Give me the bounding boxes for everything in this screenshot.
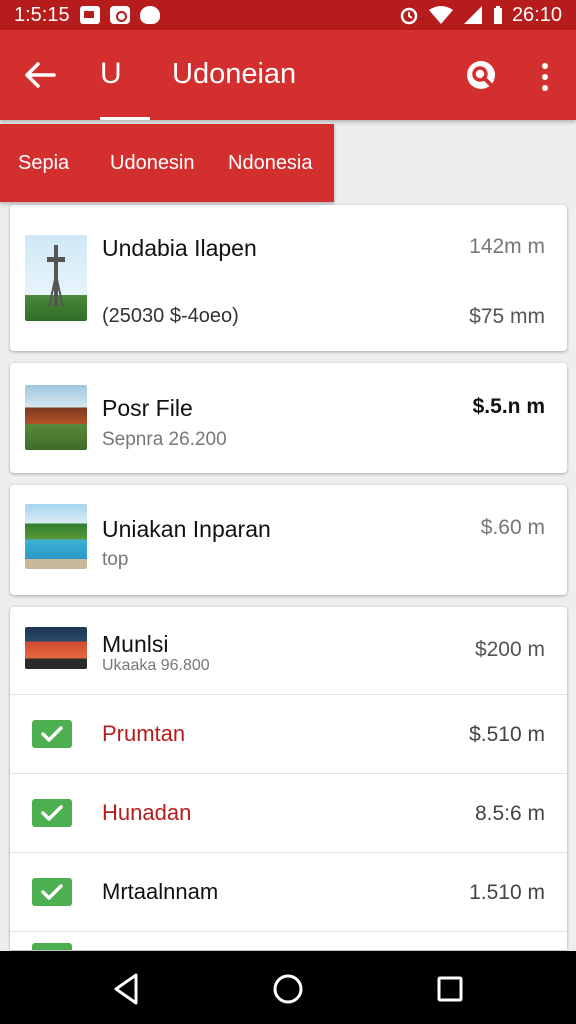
app-title: Udoneian <box>172 58 297 90</box>
status-right-time: 26:10 <box>511 3 562 26</box>
list-item[interactable]: Undabia Ilapen (25030 $-4oeo) 142m m $75… <box>10 205 567 351</box>
item-value: $.60 m <box>480 516 545 539</box>
system-nav-bar <box>0 951 576 1024</box>
battery-icon <box>493 6 502 24</box>
alarm-icon <box>400 7 418 25</box>
message-notification-icon <box>139 6 160 24</box>
tab-ndonesia[interactable]: Ndonesia <box>228 152 313 175</box>
checkbox-checked[interactable] <box>32 878 72 906</box>
row-label: Prumtan <box>102 721 186 746</box>
row-label: Hunadan <box>102 800 192 825</box>
item-value: $200 m <box>474 638 545 661</box>
search-icon <box>467 61 495 89</box>
signal-icon <box>463 6 482 24</box>
row-value: $.510 m <box>469 723 545 746</box>
tower-thumbnail <box>25 235 87 321</box>
nav-recents-button[interactable] <box>430 969 470 1009</box>
item-title: Posr File <box>102 395 193 421</box>
divider <box>10 931 567 932</box>
more-vert-icon-dot <box>542 63 548 69</box>
item-title: Munlsi <box>102 631 169 657</box>
row-value: 8.5:6 m <box>474 802 545 825</box>
tab-sepia[interactable]: Sepia <box>18 152 69 175</box>
table-row[interactable]: Prumtan $.510 m <box>10 695 567 774</box>
item-title: Uniakan Inparan <box>102 516 271 542</box>
resort-pool-thumbnail <box>25 504 87 569</box>
recents-square-icon <box>437 976 463 1002</box>
search-button[interactable] <box>462 58 500 96</box>
back-triangle-icon <box>114 973 138 1005</box>
image-notification-icon <box>79 6 100 24</box>
list-item[interactable]: Posr File Sepnra 26.200 $.5.n m <box>10 363 567 473</box>
table-row[interactable]: Mrtaalnnam 1.510 m <box>10 853 567 932</box>
item-subtitle: Ukaaka 96.800 <box>102 657 210 674</box>
app-title-area: U Udoneian <box>100 54 296 120</box>
list-item[interactable]: Uniakan Inparan top $.60 m <box>10 485 567 595</box>
checklist-card: Munlsi Ukaaka 96.800 $200 m Prumtan $.51… <box>10 607 567 950</box>
item-title: Undabia Ilapen <box>102 235 257 261</box>
market-thumbnail <box>25 627 87 669</box>
app-bar: U Udoneian <box>0 30 576 120</box>
item-subtitle: top <box>102 549 129 570</box>
nav-back-button[interactable] <box>108 969 148 1009</box>
item-subtitle: Sepnra 26.200 <box>102 429 227 450</box>
status-bar: 1:5:15 26:10 <box>0 0 576 30</box>
home-circle-icon <box>273 974 303 1004</box>
tab-udonesin[interactable]: Udonesin <box>110 152 195 175</box>
wifi-icon <box>428 6 453 24</box>
nav-home-button[interactable] <box>268 969 308 1009</box>
row-value: 1.510 m <box>469 881 545 904</box>
title-initial-tab[interactable]: U <box>100 54 150 120</box>
checkbox-partial[interactable] <box>32 943 72 950</box>
more-vert-icon-dot <box>542 74 548 80</box>
item-value: $.5.n m <box>472 395 545 418</box>
list-item[interactable]: Munlsi Ukaaka 96.800 $200 m <box>10 607 567 694</box>
item-value: 142m m <box>469 235 545 258</box>
checkbox-checked[interactable] <box>32 799 72 827</box>
tab-bar: Sepia Udonesin Ndonesia <box>0 124 334 202</box>
check-icon <box>41 805 63 821</box>
pavilion-thumbnail <box>25 385 87 450</box>
check-icon <box>41 884 63 900</box>
item-subtitle: (25030 $-4oeo) <box>102 305 239 327</box>
check-icon <box>41 726 63 742</box>
more-vert-icon-dot <box>542 85 548 91</box>
tower-image-icon <box>47 245 65 308</box>
back-button[interactable] <box>20 55 60 95</box>
status-time: 1:5:15 <box>14 3 70 26</box>
more-options-button[interactable] <box>528 58 562 96</box>
camera-notification-icon <box>109 6 130 24</box>
table-row[interactable]: Hunadan 8.5:6 m <box>10 774 567 853</box>
checkbox-checked[interactable] <box>32 720 72 748</box>
back-arrow-icon <box>25 62 56 88</box>
row-label: Mrtaalnnam <box>102 879 219 904</box>
item-value-secondary: $75 mm <box>469 305 545 328</box>
